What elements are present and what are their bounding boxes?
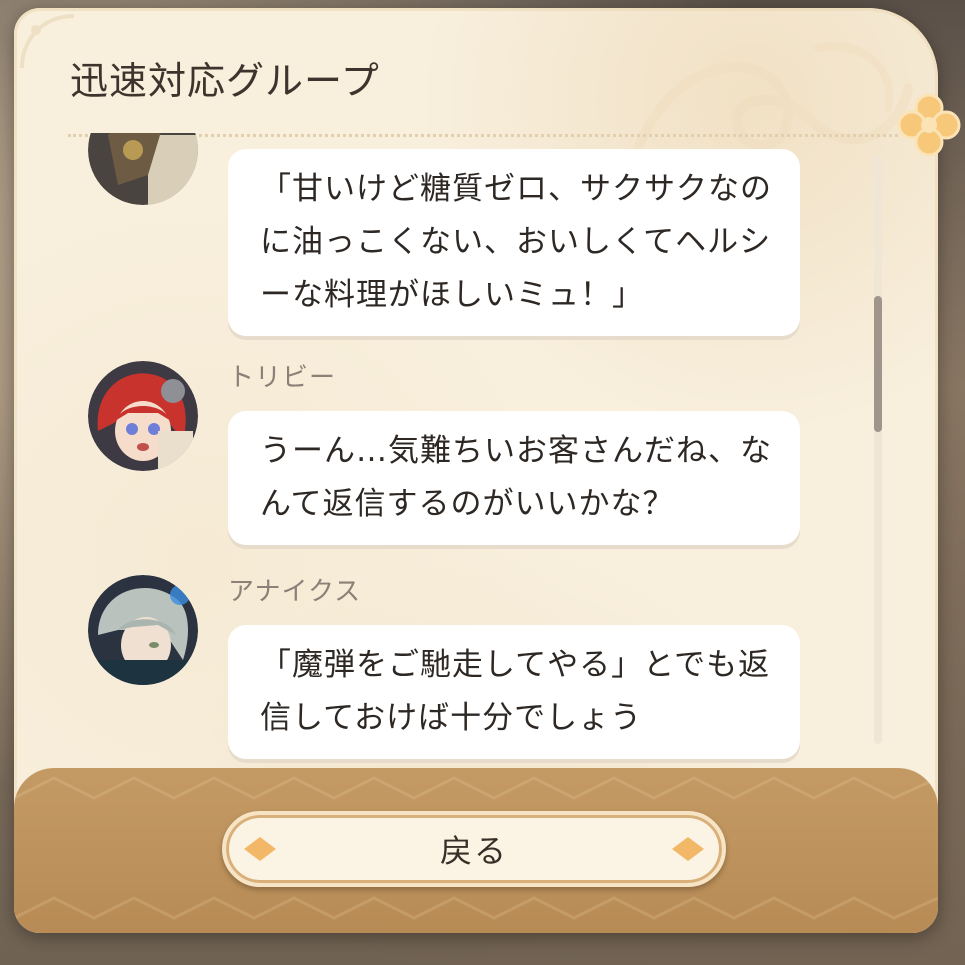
message-bubble: 「甘いけど糖質ゼロ、サクサクなのに油っこくない、おいしくてヘルシーな料理がほしい… xyxy=(228,149,800,336)
flower-ornament-icon xyxy=(897,93,961,157)
diamond-ornament-icon xyxy=(672,837,704,861)
corner-ornament-icon xyxy=(20,14,75,69)
message-bubble: うーん…気難ちいお客さんだね、なんて返信するのがいいかな？ xyxy=(228,411,800,545)
speaker-name: アナイクス xyxy=(228,577,362,607)
scrollbar-thumb[interactable] xyxy=(874,296,882,432)
character-avatar-silver-hair-icon xyxy=(88,575,198,685)
character-avatar-dark-armor-icon xyxy=(88,133,198,205)
message-list[interactable]: 「甘いけど糖質ゼロ、サクサクなのに油っこくない、おいしくてヘルシーな料理がほしい… xyxy=(14,133,884,763)
character-avatar-red-hair-icon xyxy=(88,361,198,471)
back-button-label: 戻る xyxy=(439,832,508,870)
dialog-title: 迅速対応グループ xyxy=(70,59,380,103)
scrollbar[interactable] xyxy=(874,156,882,744)
speaker-name: トリビー xyxy=(228,363,337,393)
diamond-ornament-icon xyxy=(244,837,276,861)
message-bubble: 「魔弾をご馳走してやる」とでも返信しておけば十分でしょう xyxy=(228,625,800,759)
back-button[interactable]: 戻る xyxy=(222,811,726,887)
dialog-footer: 戻る xyxy=(14,768,938,933)
